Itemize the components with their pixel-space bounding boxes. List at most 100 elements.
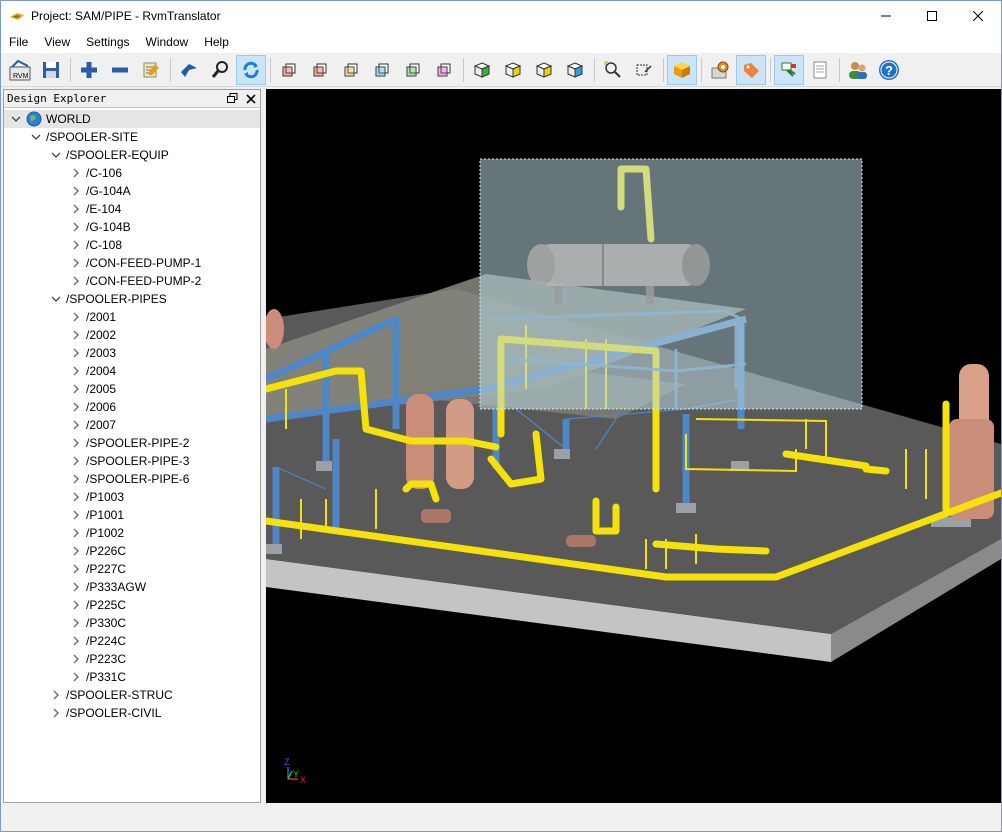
zoom-fit-button[interactable] (598, 55, 628, 85)
chevron-right-icon[interactable] (70, 653, 82, 665)
tree-node[interactable]: /G-104B (4, 218, 260, 236)
tree-node[interactable]: /SPOOLER-EQUIP (4, 146, 260, 164)
tree-node[interactable]: /SPOOLER-SITE (4, 128, 260, 146)
tree-node[interactable]: /2005 (4, 380, 260, 398)
chevron-right-icon[interactable] (70, 239, 82, 251)
chevron-right-icon[interactable] (70, 203, 82, 215)
tree-node[interactable]: /SPOOLER-PIPE-3 (4, 452, 260, 470)
menu-file[interactable]: File (1, 31, 36, 53)
tree-node[interactable]: /2006 (4, 398, 260, 416)
chevron-right-icon[interactable] (70, 509, 82, 521)
chevron-right-icon[interactable] (70, 365, 82, 377)
close-panel-button[interactable] (243, 91, 258, 106)
chevron-right-icon[interactable] (70, 527, 82, 539)
chevron-right-icon[interactable] (70, 635, 82, 647)
search-button[interactable] (205, 55, 235, 85)
chevron-right-icon[interactable] (70, 401, 82, 413)
chevron-down-icon[interactable] (50, 293, 62, 305)
tree-node[interactable]: /E-104 (4, 200, 260, 218)
chevron-right-icon[interactable] (70, 563, 82, 575)
tag-button[interactable] (736, 54, 766, 85)
view-back-button[interactable] (305, 55, 335, 85)
chevron-right-icon[interactable] (70, 545, 82, 557)
chevron-right-icon[interactable] (70, 599, 82, 611)
tree-node[interactable]: /SPOOLER-CIVIL (4, 704, 260, 722)
chevron-down-icon[interactable] (10, 113, 22, 125)
iso-1-button[interactable] (467, 55, 497, 85)
title-bar[interactable]: Project: SAM/PIPE - RvmTranslator (1, 1, 1001, 31)
expand-button[interactable] (74, 55, 104, 85)
chevron-right-icon[interactable] (70, 221, 82, 233)
view-front-button[interactable] (274, 55, 304, 85)
tree-node[interactable]: /2001 (4, 308, 260, 326)
zoom-window-button[interactable] (629, 55, 659, 85)
tree-node[interactable]: /SPOOLER-PIPE-2 (4, 434, 260, 452)
view-right-button[interactable] (367, 55, 397, 85)
chevron-down-icon[interactable] (50, 149, 62, 161)
shaded-button[interactable] (667, 54, 697, 85)
report-button[interactable] (805, 55, 835, 85)
rotate-button[interactable] (236, 54, 266, 85)
chevron-right-icon[interactable] (70, 347, 82, 359)
iso-4-button[interactable] (560, 55, 590, 85)
tree-node[interactable]: /P1001 (4, 506, 260, 524)
view-left-button[interactable] (336, 55, 366, 85)
view-top-button[interactable] (398, 55, 428, 85)
collapse-button[interactable] (105, 55, 135, 85)
tree-node[interactable]: /P224C (4, 632, 260, 650)
3d-scene[interactable]: Z Y X (266, 89, 1001, 803)
chevron-right-icon[interactable] (70, 275, 82, 287)
chevron-right-icon[interactable] (50, 689, 62, 701)
tree-node[interactable]: /CON-FEED-PUMP-2 (4, 272, 260, 290)
settings-button[interactable] (705, 55, 735, 85)
properties-button[interactable] (136, 55, 166, 85)
tree-node[interactable]: /P1002 (4, 524, 260, 542)
clip-button[interactable] (774, 54, 804, 85)
tree-node[interactable]: /P225C (4, 596, 260, 614)
chevron-right-icon[interactable] (70, 437, 82, 449)
help-button[interactable]: ? (874, 55, 904, 85)
minimize-button[interactable] (863, 1, 909, 31)
menu-settings[interactable]: Settings (78, 31, 137, 53)
chevron-right-icon[interactable] (70, 473, 82, 485)
3d-viewport[interactable]: Z Y X (266, 89, 1001, 803)
tree-node[interactable]: /P227C (4, 560, 260, 578)
menu-view[interactable]: View (36, 31, 78, 53)
tree-node[interactable]: /P226C (4, 542, 260, 560)
chevron-right-icon[interactable] (70, 419, 82, 431)
tree-node[interactable]: /P333AGW (4, 578, 260, 596)
chevron-right-icon[interactable] (70, 455, 82, 467)
tree-node[interactable]: /2002 (4, 326, 260, 344)
chevron-right-icon[interactable] (70, 617, 82, 629)
tree-node[interactable]: /P223C (4, 650, 260, 668)
chevron-down-icon[interactable] (30, 131, 42, 143)
tree-node[interactable]: /SPOOLER-STRUC (4, 686, 260, 704)
maximize-button[interactable] (909, 1, 955, 31)
tree-node[interactable]: /2004 (4, 362, 260, 380)
tree-node[interactable]: /P331C (4, 668, 260, 686)
close-button[interactable] (955, 1, 1001, 31)
users-button[interactable] (843, 55, 873, 85)
chevron-right-icon[interactable] (70, 329, 82, 341)
chevron-right-icon[interactable] (70, 581, 82, 593)
tree-node[interactable]: /SPOOLER-PIPE-6 (4, 470, 260, 488)
iso-2-button[interactable] (498, 55, 528, 85)
chevron-right-icon[interactable] (70, 257, 82, 269)
open-rvm-button[interactable]: RVM (5, 55, 35, 85)
save-button[interactable] (36, 55, 66, 85)
menu-window[interactable]: Window (138, 31, 197, 53)
chevron-right-icon[interactable] (70, 167, 82, 179)
chevron-right-icon[interactable] (70, 311, 82, 323)
tree-node[interactable]: /G-104A (4, 182, 260, 200)
chevron-right-icon[interactable] (50, 707, 62, 719)
view-bottom-button[interactable] (429, 55, 459, 85)
tree-node[interactable]: /P1003 (4, 488, 260, 506)
chevron-right-icon[interactable] (70, 383, 82, 395)
tree-node[interactable]: /C-108 (4, 236, 260, 254)
tree-node[interactable]: /CON-FEED-PUMP-1 (4, 254, 260, 272)
menu-help[interactable]: Help (196, 31, 237, 53)
tree-node[interactable]: /2007 (4, 416, 260, 434)
chevron-right-icon[interactable] (70, 671, 82, 683)
chevron-right-icon[interactable] (70, 185, 82, 197)
iso-3-button[interactable] (529, 55, 559, 85)
